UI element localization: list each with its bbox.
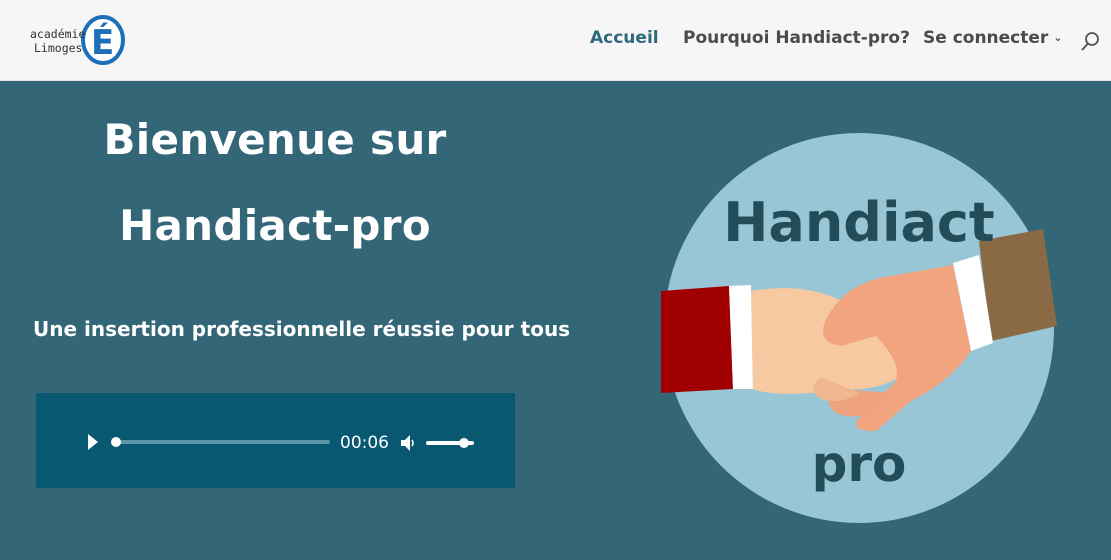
nav-item-accueil[interactable]: Accueil xyxy=(590,28,659,48)
audio-progress-bar[interactable] xyxy=(111,437,330,447)
site-header: É académie Limoges Accueil Pourquoi Hand… xyxy=(0,0,1111,81)
search-icon[interactable] xyxy=(1079,30,1103,54)
play-icon[interactable] xyxy=(84,432,102,452)
hero-section: Bienvenue sur Handiact-pro Une insertion… xyxy=(0,81,1111,560)
audio-player: 00:06 xyxy=(36,393,515,488)
nav-label-se-connecter: Se connecter xyxy=(923,28,1049,48)
nav-label-accueil: Accueil xyxy=(590,28,659,48)
handiact-pro-emblem: Handiact pro xyxy=(661,133,1057,523)
volume-icon[interactable] xyxy=(399,433,417,453)
nav-item-pourquoi[interactable]: Pourquoi Handiact-pro? xyxy=(683,28,910,48)
emblem-bottom-text: pro xyxy=(812,435,907,493)
hero-subtitle: Une insertion professionnelle réussie po… xyxy=(33,317,571,341)
volume-slider-thumb[interactable] xyxy=(459,438,470,448)
main-nav: Accueil Pourquoi Handiact-pro? Se connec… xyxy=(0,28,1111,52)
volume-slider[interactable] xyxy=(426,438,474,448)
chevron-down-icon: ⌄ xyxy=(1053,31,1063,44)
hero-title-line2: Handiact-pro xyxy=(119,201,431,250)
nav-item-se-connecter[interactable]: Se connecter ⌄ xyxy=(923,28,1063,48)
nav-label-pourquoi: Pourquoi Handiact-pro? xyxy=(683,28,910,48)
hero-title-line1: Bienvenue sur xyxy=(103,115,447,164)
audio-time: 00:06 xyxy=(340,433,389,453)
emblem-top-text: Handiact xyxy=(723,191,995,254)
audio-progress-thumb[interactable] xyxy=(111,437,121,447)
